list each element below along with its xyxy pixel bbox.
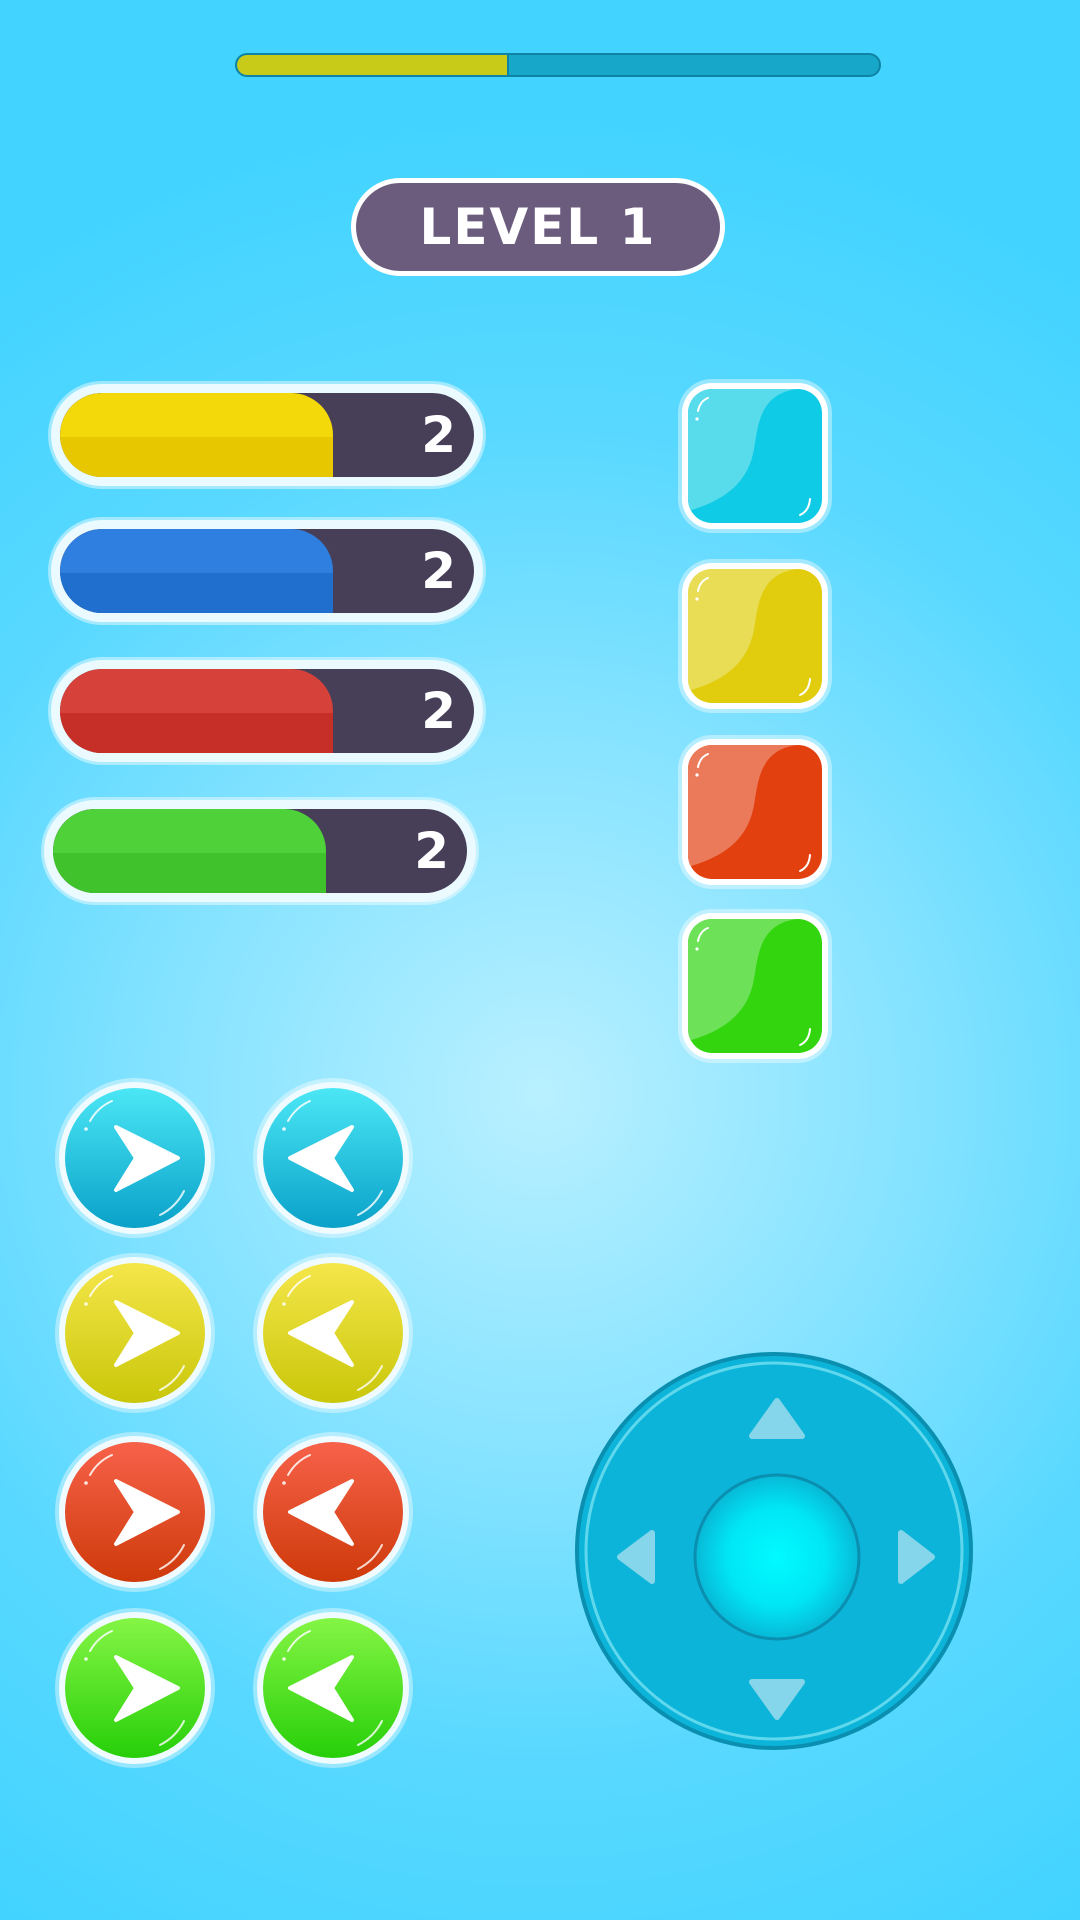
level-badge: LEVEL 1	[351, 178, 725, 276]
color-bar-track: 2	[60, 529, 474, 613]
arrow-button-red-left[interactable]	[257, 1436, 409, 1588]
tile-face	[688, 569, 822, 703]
tile-cyan[interactable]	[682, 383, 828, 529]
color-bar-red: 2	[51, 660, 483, 762]
arrow-button-yellow-left[interactable]	[257, 1257, 409, 1409]
color-bar-fill	[53, 809, 327, 893]
color-bar-track: 2	[60, 393, 474, 477]
color-bar-green: 2	[44, 800, 476, 902]
color-bar-blue: 2	[51, 520, 483, 622]
tile-face	[688, 745, 822, 879]
color-bar-fill	[60, 529, 334, 613]
tile-green[interactable]	[682, 913, 828, 1059]
arrow-button-green-left[interactable]	[257, 1612, 409, 1764]
virtual-joystick[interactable]	[574, 1351, 974, 1751]
color-bar-track: 2	[53, 809, 467, 893]
color-bar-track: 2	[60, 669, 474, 753]
color-bar-count: 2	[421, 542, 456, 600]
arrow-button-red-right[interactable]	[59, 1436, 211, 1588]
arrow-button-cyan-left[interactable]	[257, 1082, 409, 1234]
level-progress-fill	[237, 55, 509, 75]
level-progress-bar	[235, 53, 881, 77]
color-bar-yellow: 2	[51, 384, 483, 486]
color-bar-count: 2	[421, 682, 456, 740]
color-bar-fill	[60, 393, 334, 477]
arrow-button-yellow-right[interactable]	[59, 1257, 211, 1409]
tile-face	[688, 389, 822, 523]
arrow-button-green-right[interactable]	[59, 1612, 211, 1764]
joystick-knob[interactable]	[693, 1473, 861, 1641]
tile-face	[688, 919, 822, 1053]
tile-red[interactable]	[682, 739, 828, 885]
tile-yellow[interactable]	[682, 563, 828, 709]
arrow-button-cyan-right[interactable]	[59, 1082, 211, 1234]
level-label: LEVEL 1	[419, 198, 657, 256]
color-bar-count: 2	[414, 822, 449, 880]
color-bar-fill	[60, 669, 334, 753]
color-bar-count: 2	[421, 406, 456, 464]
